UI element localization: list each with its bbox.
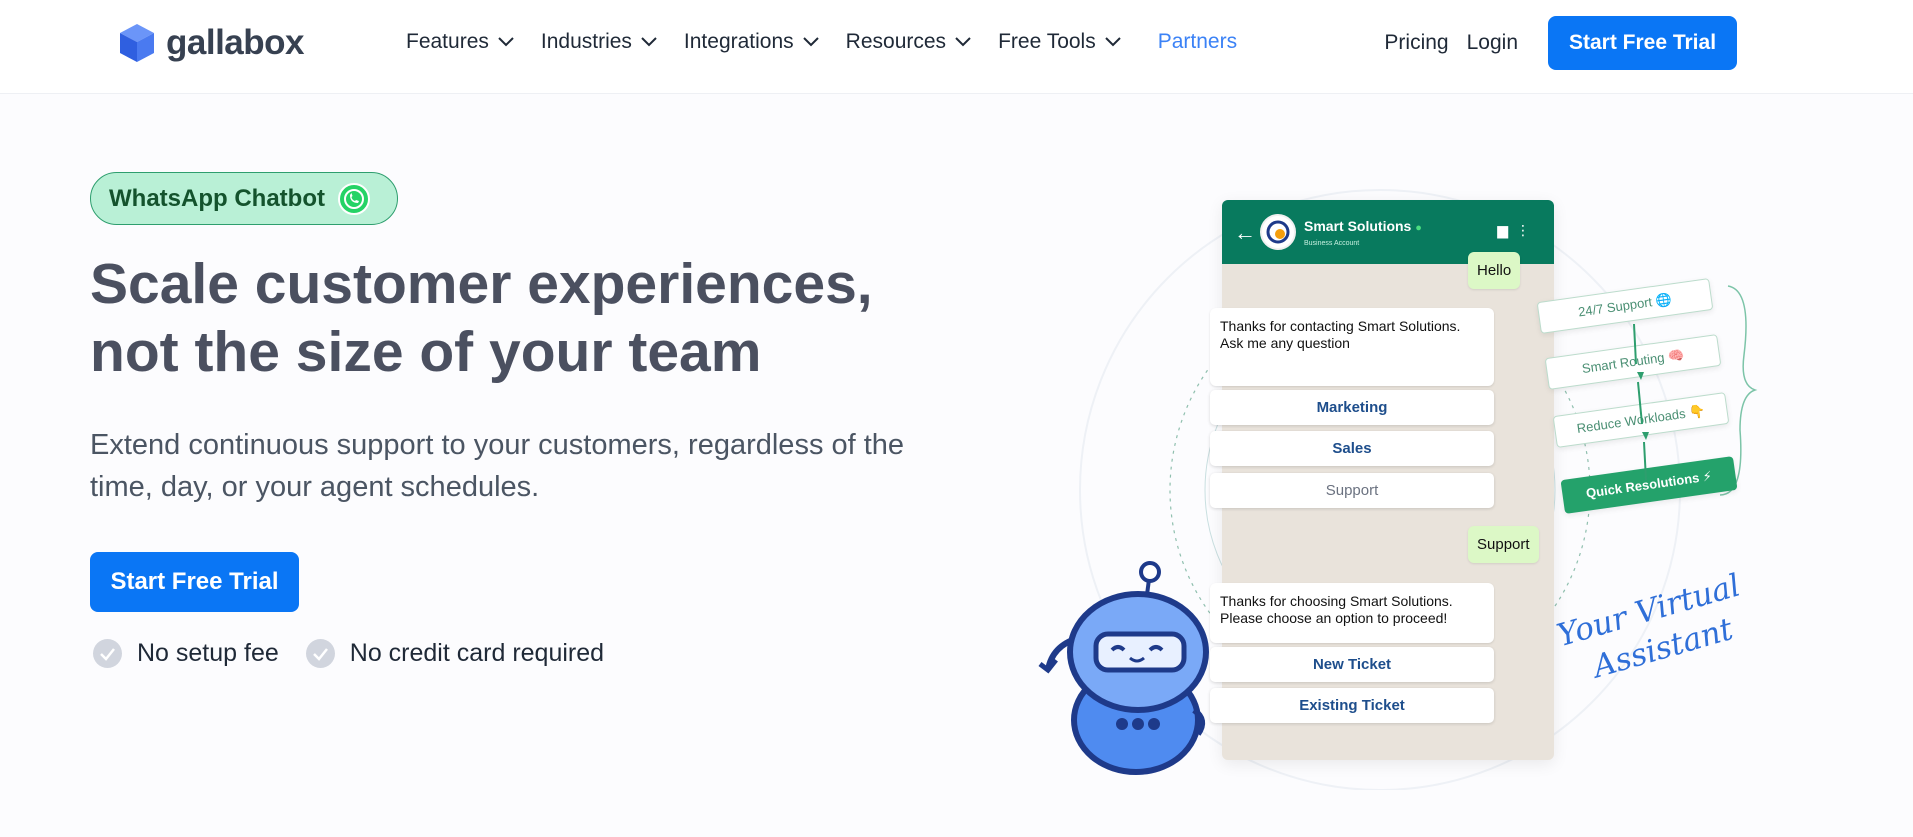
menu-item-resources[interactable]: Resources <box>846 30 972 54</box>
more-vert-icon: ⋮ <box>1516 222 1538 238</box>
perk-item: No setup fee <box>92 638 279 669</box>
store-icon: ▆ <box>1497 222 1516 238</box>
menu-label: Features <box>406 30 489 53</box>
login-link[interactable]: Login <box>1467 31 1518 55</box>
perk-label: No credit card required <box>349 639 605 667</box>
menu-item-features[interactable]: Features <box>406 30 515 54</box>
menu-item-industries[interactable]: Industries <box>541 30 658 54</box>
business-name: Smart Solutions ● <box>1304 218 1422 234</box>
business-avatar <box>1260 214 1296 250</box>
message-line: Ask me any question <box>1220 335 1350 351</box>
partners-link[interactable]: Partners <box>1158 30 1237 54</box>
menu-item-free-tools[interactable]: Free Tools <box>998 30 1122 54</box>
option-marketing[interactable]: Marketing <box>1210 390 1494 425</box>
menu-label: Integrations <box>683 30 794 53</box>
perk-item: No credit card required <box>305 638 604 669</box>
chevron-down-icon <box>802 37 819 47</box>
hero-subheadline: Extend continuous support to your custom… <box>90 429 905 503</box>
hello-message: Hello <box>1468 252 1521 289</box>
check-circle-icon <box>93 639 122 668</box>
perks-list: No setup fee No credit card required <box>92 638 630 669</box>
chevron-down-icon <box>955 37 971 47</box>
chevron-down-icon <box>1105 37 1121 47</box>
logo-text: gallabox <box>166 23 304 62</box>
verified-check-icon: ● <box>1415 222 1422 234</box>
badge-label: WhatsApp Chatbot <box>109 184 325 212</box>
flow-connector <box>1633 323 1649 481</box>
message-line: Thanks for choosing Smart Solutions. <box>1220 593 1453 609</box>
nav-start-free-trial-button[interactable]: Start Free Trial <box>1548 16 1737 70</box>
menu-item-integrations[interactable]: Integrations <box>684 30 820 54</box>
header-icons: ▆⋮ <box>1497 222 1538 239</box>
option-new-ticket[interactable]: New Ticket <box>1210 647 1494 682</box>
back-arrow-icon: ← <box>1234 220 1256 245</box>
robot-mascot-icon <box>1038 561 1209 775</box>
pricing-link[interactable]: Pricing <box>1384 31 1448 55</box>
menu-label: Free Tools <box>998 30 1096 53</box>
chevron-down-icon <box>641 37 657 47</box>
followup-message: Thanks for choosing Smart Solutions. Ple… <box>1210 583 1494 643</box>
option-support[interactable]: Support <box>1210 473 1494 508</box>
top-nav: gallabox Features Industries Integration… <box>0 0 1913 94</box>
logo[interactable]: gallabox <box>118 22 304 64</box>
whatsapp-chatbot-badge: WhatsApp Chatbot <box>90 172 398 225</box>
check-circle-icon <box>305 639 335 668</box>
user-support-reply: Support <box>1468 526 1539 563</box>
perk-label: No setup fee <box>137 639 279 667</box>
main-menu: Features Industries Integrations Resourc… <box>406 30 1263 54</box>
message-line: Please choose an option to proceed! <box>1220 610 1448 626</box>
option-existing-ticket[interactable]: Existing Ticket <box>1210 688 1494 723</box>
menu-label: Industries <box>540 30 632 53</box>
welcome-message: Thanks for contacting Smart Solutions. A… <box>1210 308 1494 386</box>
nav-actions: Pricing Login Start Free Trial <box>1384 16 1737 70</box>
whatsapp-icon <box>337 182 370 215</box>
chatbot-illustration: ← Smart Solutions ● Business Account ▆⋮ … <box>1038 150 1800 790</box>
hero-start-free-trial-button[interactable]: Start Free Trial <box>90 552 299 612</box>
message-line: Thanks for contacting Smart Solutions. <box>1220 318 1461 334</box>
business-account-label: Business Account <box>1304 240 1360 247</box>
logo-cube-icon <box>120 24 154 62</box>
whatsapp-phone-mockup: ← Smart Solutions ● Business Account ▆⋮ … <box>1210 200 1554 760</box>
hero-headline: Scale customer experiences, not the size… <box>90 252 873 384</box>
chevron-down-icon <box>498 37 514 47</box>
option-sales[interactable]: Sales <box>1210 431 1494 466</box>
menu-label: Resources <box>845 30 947 53</box>
